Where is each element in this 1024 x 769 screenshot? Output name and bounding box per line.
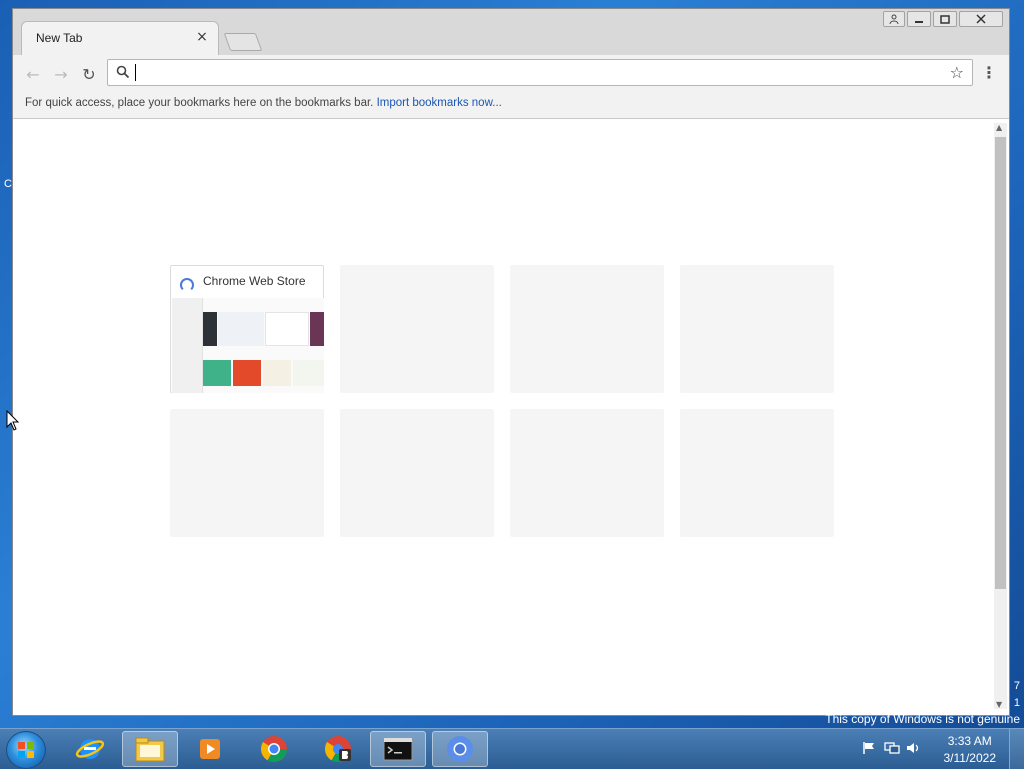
maximize-button[interactable] [933,11,957,27]
media-player-icon [200,739,220,759]
minimize-button[interactable] [907,11,931,27]
taskbar-file-explorer[interactable] [122,731,178,767]
search-icon [116,65,130,79]
bookmarks-message: For quick access, place your bookmarks h… [25,97,502,109]
scroll-down-icon[interactable]: ▼ [996,700,1002,709]
windows-logo-icon [18,742,34,758]
toolbar: ← → ↻ ☆ ⋮ [13,55,1009,93]
title-bar: New Tab × [13,9,1009,55]
back-icon[interactable]: ← [23,65,43,84]
chromium-icon [447,736,473,762]
chrome-beta-icon [324,736,352,763]
scroll-up-icon[interactable]: ▲ [996,123,1002,132]
most-visited-tile-empty [340,265,494,393]
address-bar[interactable]: ☆ [107,59,973,86]
most-visited-tile-empty [680,265,834,393]
forward-icon[interactable]: → [51,65,71,84]
most-visited-tile-empty [170,409,324,537]
mouse-cursor-icon [6,410,20,431]
taskbar-media-player[interactable] [182,731,238,767]
bookmarks-hint: For quick access, place your bookmarks h… [25,97,374,109]
taskbar-chrome-beta[interactable] [310,731,366,767]
chrome-web-store-icon [180,278,194,292]
most-visited-tile-empty [680,409,834,537]
windows-genuine-notice: This copy of Windows is not genuine [825,712,1020,726]
tab-new-tab[interactable]: New Tab × [21,21,219,55]
tab-title: New Tab [36,31,83,45]
profile-button[interactable] [883,11,905,27]
clock-time: 3:33 AM [947,734,992,748]
most-visited-tile-empty [510,409,664,537]
minimize-icon [915,21,923,23]
most-visited-tile-empty [510,265,664,393]
close-icon [976,14,986,24]
volume-icon[interactable] [906,741,922,755]
restore-icon [940,15,950,24]
most-visited-tile-chrome-web-store[interactable]: Chrome Web Store [170,265,324,393]
folder-icon [135,737,165,762]
taskbar: 3:33 AM 3/11/2022 [0,728,1024,769]
taskbar-chrome[interactable] [246,731,302,767]
clock[interactable]: 3:33 AM 3/11/2022 [944,733,997,767]
close-button[interactable] [959,11,1003,27]
reload-icon[interactable]: ↻ [79,65,99,84]
scrollbar-thumb[interactable] [995,137,1006,589]
clock-date: 3/11/2022 [943,751,997,765]
import-bookmarks-link[interactable]: Import bookmarks now... [377,97,502,109]
desktop-edge-letter: C [4,178,12,190]
tile-thumbnail [172,298,324,393]
bookmark-star-icon[interactable]: ☆ [950,63,964,82]
tab-close-icon[interactable]: × [194,29,210,45]
build-text-2: 1 [1013,697,1020,709]
command-prompt-icon [383,737,413,761]
taskbar-command-prompt[interactable] [370,731,426,767]
vertical-scrollbar[interactable]: ▲ ▼ [994,123,1007,709]
most-visited-tile-empty [340,409,494,537]
network-icon[interactable] [884,741,900,755]
text-caret [135,64,136,81]
start-button[interactable] [6,731,46,769]
tile-title: Chrome Web Store [203,274,306,288]
internet-explorer-icon [75,739,105,759]
bookmarks-bar: For quick access, place your bookmarks h… [13,93,1009,119]
show-desktop-button[interactable] [1009,729,1024,769]
new-tab-button[interactable] [223,33,263,51]
new-tab-page: Chrome Web Store ▲ ▼ [13,119,1009,715]
taskbar-chromium[interactable] [432,731,488,767]
chrome-icon [260,736,288,763]
window-controls [883,11,1003,29]
taskbar-internet-explorer[interactable] [62,731,118,767]
build-text-1: 7 [1013,680,1020,692]
action-center-flag-icon[interactable] [862,741,876,755]
system-tray: 3:33 AM 3/11/2022 [854,729,1024,769]
user-icon [889,14,899,24]
menu-icon[interactable]: ⋮ [981,63,997,82]
browser-window: New Tab × ← → ↻ ☆ ⋮ For quick access, pl… [12,8,1010,716]
